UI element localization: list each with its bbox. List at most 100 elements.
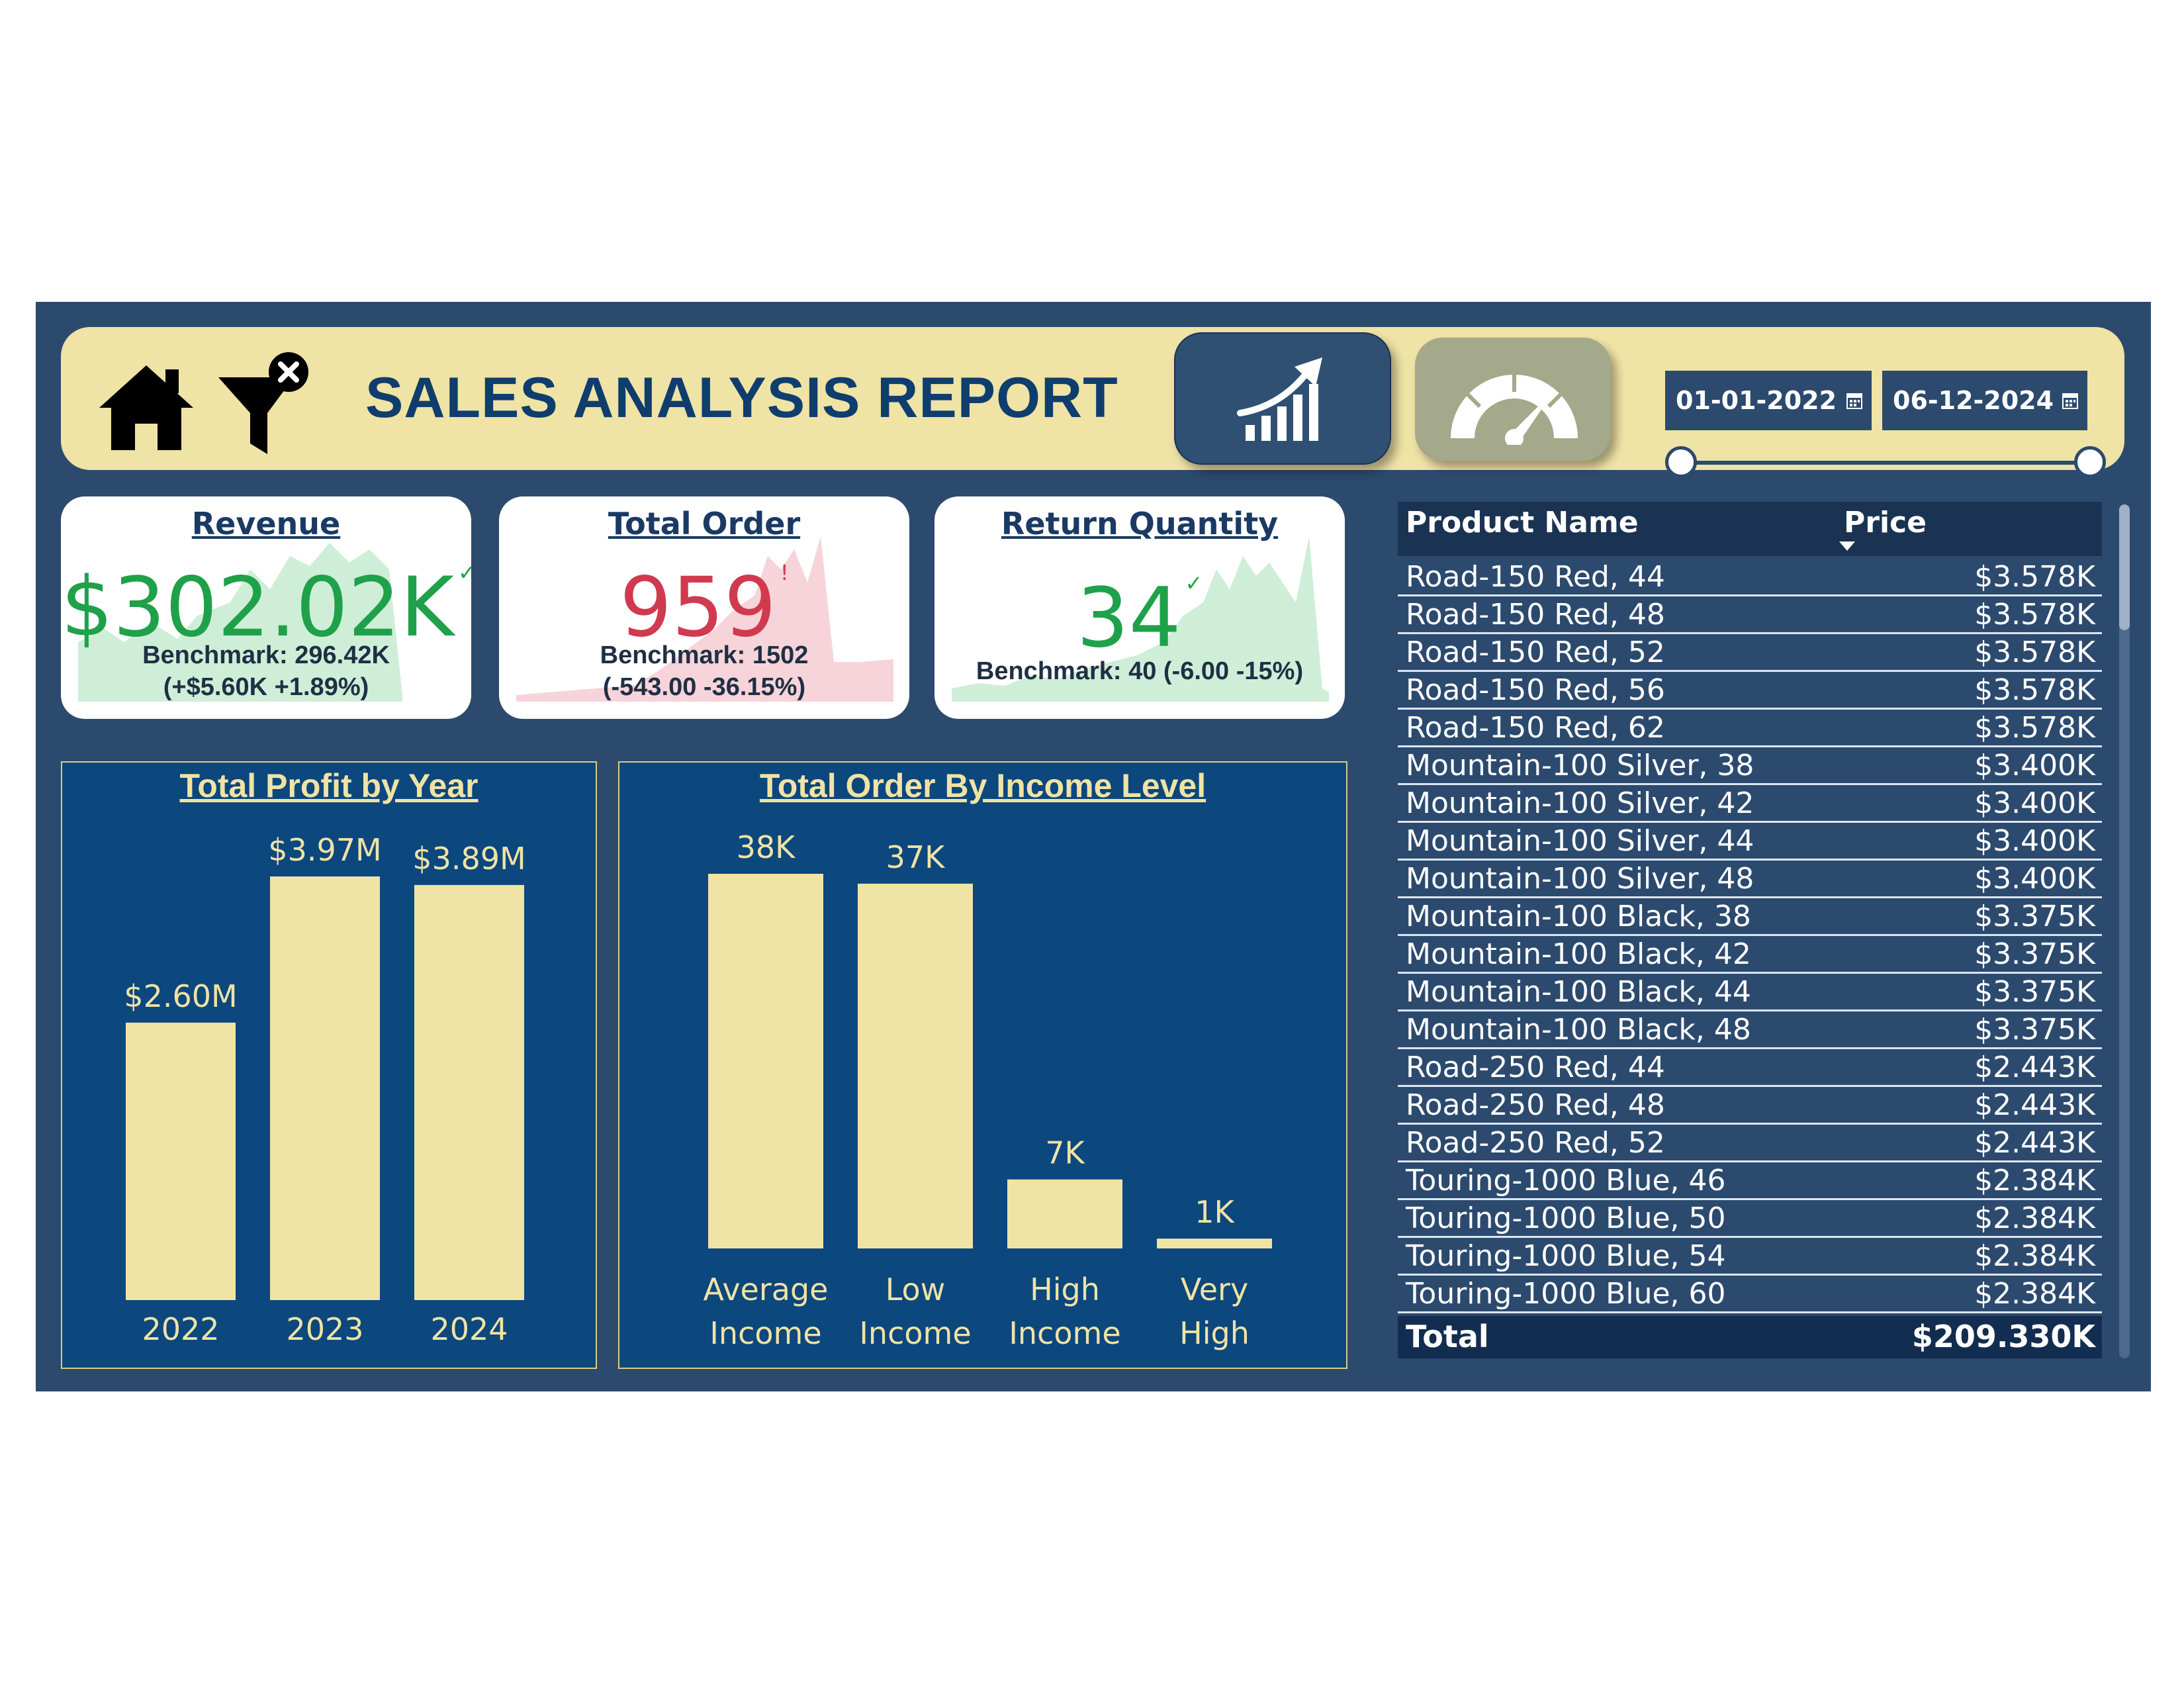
table-row[interactable]: Road-150 Red, 44 $3.578K [1398, 559, 2102, 596]
table-row[interactable]: Mountain-100 Silver, 38 $3.400K [1398, 747, 2102, 785]
growth-chart-icon [1237, 357, 1322, 441]
table-row[interactable]: Touring-1000 Blue, 50 $2.384K [1398, 1200, 2102, 1238]
table-row[interactable]: Touring-1000 Blue, 46 $2.384K [1398, 1162, 2102, 1200]
table-row[interactable]: Road-150 Red, 56 $3.578K [1398, 672, 2102, 710]
total-order-title: Total Order [608, 506, 801, 541]
profit-by-year-chart: Total Profit by Year $2.60M 2022 $3.97M 202… [61, 761, 597, 1369]
price-cell: $2.384K [1974, 1277, 2095, 1311]
product-name-cell: Road-150 Red, 44 [1406, 560, 1665, 594]
bar-2[interactable] [414, 884, 524, 1300]
end-date-field[interactable]: 06-12-2024 [1882, 371, 2087, 430]
clear-filter-icon[interactable] [217, 351, 316, 457]
profit-chart-plot: $2.60M 2022 $3.97M 2023 $3.89M 2024 [124, 832, 525, 1347]
return-quantity-value-text: 34 [1076, 571, 1181, 666]
category-label: Income [1009, 1315, 1120, 1351]
sort-descending-icon[interactable] [1839, 541, 1855, 551]
date-range-slider-track[interactable] [1682, 461, 2094, 465]
start-date-field[interactable]: 01-01-2022 [1665, 371, 1872, 430]
table-row[interactable]: Mountain-100 Black, 42 $3.375K [1398, 936, 2102, 974]
product-name-cell: Touring-1000 Blue, 60 [1406, 1277, 1726, 1311]
page-title: SALES ANALYSIS REPORT [365, 366, 1118, 430]
table-row[interactable]: Road-250 Red, 44 $2.443K [1398, 1049, 2102, 1087]
price-cell: $3.578K [1974, 560, 2095, 594]
bar-3[interactable] [1157, 1239, 1272, 1248]
category-label: 2023 [286, 1311, 363, 1347]
end-date-value: 06-12-2024 [1893, 386, 2054, 415]
price-cell: $3.400K [1974, 862, 2095, 896]
price-cell: $3.578K [1974, 711, 2095, 745]
date-slider-end-handle[interactable] [2074, 446, 2106, 478]
order-by-income-chart: Total Order By Income Level 38K Average In… [618, 761, 1347, 1369]
bar-0[interactable] [708, 874, 823, 1248]
calendar-icon[interactable] [2062, 392, 2078, 409]
category-label: High [1179, 1315, 1250, 1351]
product-name-cell: Road-150 Red, 62 [1406, 711, 1665, 745]
price-cell: $2.384K [1974, 1164, 2095, 1197]
header-bar: SALES ANALYSIS REPORT 01-01-2022 06-12-2… [61, 327, 2124, 478]
table-row[interactable]: Road-150 Red, 52 $3.578K [1398, 634, 2102, 672]
price-cell: $3.400K [1974, 786, 2095, 820]
total-order-card: Total Order 959! Benchmark: 1502 (-543.0… [499, 496, 909, 719]
category-label: Average [704, 1272, 829, 1307]
sales-nav-button[interactable] [1174, 332, 1391, 465]
date-slider-start-handle[interactable] [1665, 446, 1697, 478]
column-header-product-name[interactable]: Product Name [1406, 506, 1639, 539]
table-row[interactable]: Road-250 Red, 48 $2.443K [1398, 1087, 2102, 1125]
table-scrollbar[interactable] [2119, 504, 2130, 1358]
table-row[interactable]: Road-150 Red, 62 $3.578K [1398, 710, 2102, 747]
column-header-price[interactable]: Price [1844, 506, 1927, 539]
product-name-cell: Mountain-100 Black, 42 [1406, 937, 1751, 971]
performance-nav-button[interactable] [1415, 338, 1611, 461]
price-cell: $3.375K [1974, 975, 2095, 1009]
table-row[interactable]: Touring-1000 Blue, 60 $2.384K [1398, 1276, 2102, 1313]
product-name-cell: Road-250 Red, 48 [1406, 1088, 1665, 1122]
calendar-icon[interactable] [1846, 392, 1862, 409]
table-row[interactable]: Mountain-100 Black, 48 $3.375K [1398, 1011, 2102, 1049]
table-row[interactable]: Mountain-100 Black, 38 $3.375K [1398, 898, 2102, 936]
table-row[interactable]: Road-250 Red, 52 $2.443K [1398, 1125, 2102, 1162]
data-label: 37K [886, 839, 946, 875]
category-label: Income [709, 1315, 821, 1351]
product-name-cell: Road-150 Red, 56 [1406, 673, 1665, 707]
bar-1[interactable] [858, 883, 973, 1248]
table-row[interactable]: Touring-1000 Blue, 54 $2.384K [1398, 1238, 2102, 1276]
category-label: Low [886, 1272, 946, 1307]
total-label: Total [1406, 1319, 1489, 1354]
data-label: $2.60M [124, 978, 237, 1014]
price-cell: $3.375K [1974, 1013, 2095, 1047]
product-name-cell: Mountain-100 Silver, 38 [1406, 749, 1754, 782]
dashboard-canvas: SALES ANALYSIS REPORT 01-01-2022 06-12-2… [36, 302, 2151, 1391]
data-label: $3.89M [412, 841, 525, 876]
table-row[interactable]: Mountain-100 Silver, 48 $3.400K [1398, 861, 2102, 898]
home-icon[interactable] [97, 360, 196, 453]
price-cell: $3.400K [1974, 824, 2095, 858]
product-name-cell: Touring-1000 Blue, 54 [1406, 1239, 1726, 1273]
price-cell: $3.578K [1974, 598, 2095, 632]
return-quantity-value: 34 ✓ [934, 571, 1345, 666]
table-row[interactable]: Mountain-100 Silver, 42 $3.400K [1398, 785, 2102, 823]
bar-1[interactable] [270, 876, 380, 1300]
table-scroll-thumb[interactable] [2119, 504, 2130, 630]
product-name-cell: Mountain-100 Silver, 48 [1406, 862, 1754, 896]
price-cell: $2.384K [1974, 1201, 2095, 1235]
product-name-cell: Touring-1000 Blue, 46 [1406, 1164, 1726, 1197]
start-date-value: 01-01-2022 [1676, 386, 1837, 415]
category-label: 2024 [430, 1311, 508, 1347]
revenue-benchmark: Benchmark: 296.42K [142, 641, 390, 669]
check-icon: ✓ [458, 560, 471, 585]
return-quantity-title: Return Quantity [1001, 506, 1279, 541]
revenue-delta: (+$5.60K +1.89%) [163, 673, 369, 701]
price-cell: $3.375K [1974, 937, 2095, 971]
product-name-cell: Mountain-100 Silver, 44 [1406, 824, 1754, 858]
bar-0[interactable] [126, 1022, 236, 1300]
data-label: 7K [1045, 1135, 1085, 1171]
table-row[interactable]: Road-150 Red, 48 $3.578K [1398, 596, 2102, 634]
bar-2[interactable] [1007, 1179, 1122, 1248]
alert-icon: ! [780, 560, 789, 585]
table-row[interactable]: Mountain-100 Black, 44 $3.375K [1398, 974, 2102, 1011]
table-row[interactable]: Mountain-100 Silver, 44 $3.400K [1398, 823, 2102, 861]
price-cell: $3.578K [1974, 635, 2095, 669]
product-name-cell: Road-250 Red, 44 [1406, 1051, 1665, 1084]
product-name-cell: Mountain-100 Black, 38 [1406, 900, 1751, 933]
total-order-benchmark: Benchmark: 1502 [600, 641, 809, 669]
